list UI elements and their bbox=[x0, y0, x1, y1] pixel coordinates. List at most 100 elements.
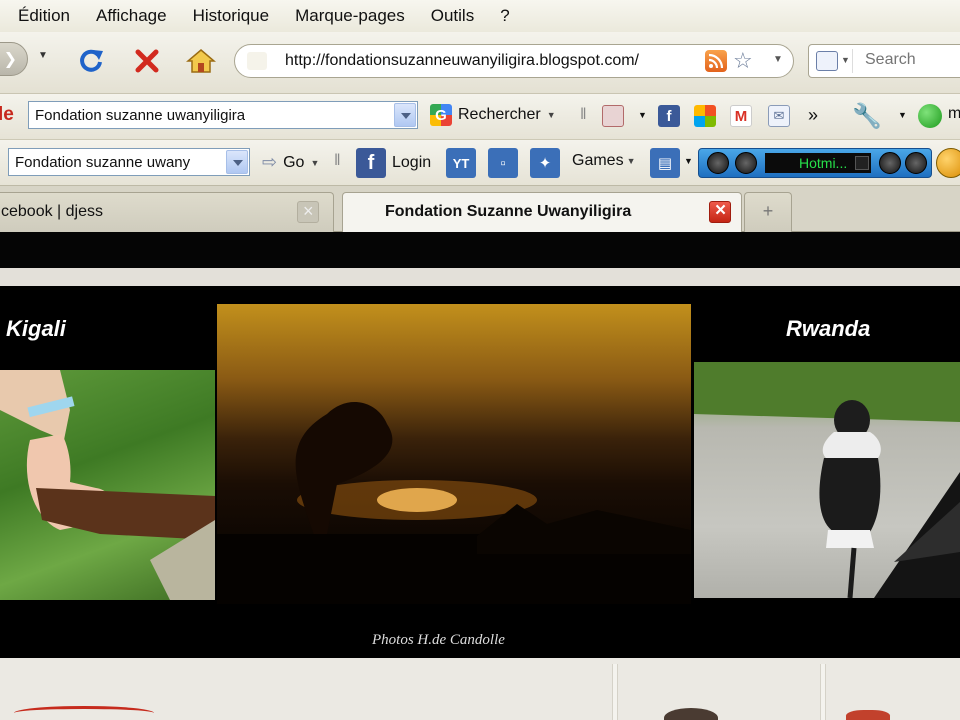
volume-icon[interactable] bbox=[879, 152, 901, 174]
post-title-fragment-icon bbox=[14, 706, 154, 720]
arrow-right-icon: ⇨ bbox=[262, 152, 278, 172]
chevron-down-icon[interactable]: ▼ bbox=[684, 156, 693, 166]
toolbar-separator-icon: ‖ bbox=[334, 152, 341, 169]
facebook-icon: f bbox=[356, 148, 386, 178]
chevron-down-icon: ▼ bbox=[841, 55, 850, 65]
sunset-image bbox=[217, 401, 691, 604]
column-divider bbox=[612, 664, 618, 720]
chevron-down-icon[interactable]: ▼ bbox=[547, 110, 556, 120]
close-icon[interactable] bbox=[297, 201, 319, 223]
reload-button[interactable] bbox=[76, 46, 106, 76]
menu-affichage[interactable]: Affichage bbox=[96, 6, 167, 26]
history-dropdown-icon[interactable]: ▼ bbox=[38, 50, 48, 61]
home-button[interactable] bbox=[186, 46, 216, 76]
player-dropdown-icon[interactable] bbox=[855, 156, 869, 170]
rechercher-label: Rechercher bbox=[458, 106, 541, 123]
chevron-down-icon[interactable]: ▼ bbox=[638, 110, 647, 120]
chevron-down-icon[interactable]: ▼ bbox=[310, 158, 319, 168]
plus-icon: + bbox=[762, 201, 774, 221]
monkey-image bbox=[694, 362, 960, 598]
forward-button[interactable]: ❯ bbox=[0, 42, 28, 76]
eject-icon[interactable] bbox=[707, 152, 729, 174]
tab-facebook[interactable]: cebook | djess bbox=[0, 192, 334, 232]
tab-strip: cebook | djess Fondation Suzanne Uwanyil… bbox=[0, 186, 960, 233]
games-label: Games bbox=[572, 152, 624, 169]
toolbar-separator-icon: ‖ bbox=[580, 106, 587, 123]
windows-icon[interactable] bbox=[694, 105, 716, 127]
highlight-icon[interactable] bbox=[602, 105, 624, 127]
radio-icon[interactable]: ▤ bbox=[650, 148, 680, 178]
site-favicon-icon bbox=[247, 52, 267, 70]
new-tab-button[interactable]: + bbox=[744, 192, 792, 232]
tab-title: Fondation Suzanne Uwanyiligira bbox=[385, 203, 632, 220]
google-search-value[interactable]: Fondation suzanne uwanyiligira bbox=[35, 107, 245, 124]
menu-marque-pages[interactable]: Marque-pages bbox=[295, 6, 405, 26]
go-button[interactable]: ⇨ Go ▼ bbox=[262, 152, 319, 173]
url-dropdown-icon[interactable]: ▼ bbox=[773, 54, 783, 65]
close-icon[interactable] bbox=[709, 200, 731, 223]
wrench-icon[interactable]: 🔧 bbox=[852, 102, 882, 131]
reload-icon bbox=[80, 49, 103, 72]
google-search-combo[interactable]: Fondation suzanne uwanyiligira bbox=[28, 101, 418, 129]
arrow-right-icon: ❯ bbox=[3, 51, 17, 68]
smiley-icon[interactable] bbox=[936, 148, 960, 178]
chevron-down-icon[interactable] bbox=[394, 103, 416, 127]
url-text[interactable]: http://fondationsuzanneuwanyiligira.blog… bbox=[285, 52, 639, 70]
media-player: Hotmi... bbox=[698, 148, 932, 178]
menu-edition[interactable]: Édition bbox=[18, 6, 70, 26]
search-engine-selector[interactable]: ▼ bbox=[813, 49, 853, 73]
header-label-kigali: Kigali bbox=[6, 316, 66, 341]
stop-button[interactable] bbox=[132, 46, 162, 76]
navigation-toolbar: ❯ ▼ http://fondationsuzanneuwanyiligira.… bbox=[0, 32, 960, 94]
search-box[interactable]: ▼ bbox=[808, 44, 960, 78]
divider bbox=[0, 268, 960, 286]
column-divider bbox=[820, 664, 826, 720]
photo-credit: Photos H.de Candolle bbox=[372, 632, 505, 648]
menu-bar: Édition Affichage Historique Marque-page… bbox=[0, 0, 960, 32]
stop-icon bbox=[135, 49, 159, 73]
facebook-login-button[interactable]: f Login bbox=[356, 148, 431, 178]
search-input[interactable] bbox=[865, 51, 960, 69]
youtube-icon[interactable]: YT bbox=[446, 148, 476, 178]
tab-fondation[interactable]: Fondation Suzanne Uwanyiligira bbox=[342, 192, 742, 233]
search-engine-icon bbox=[816, 51, 838, 71]
toolbar-search-combo[interactable]: Fondation suzanne uwany bbox=[8, 148, 250, 176]
sidebar-image-fragment bbox=[846, 710, 890, 720]
url-bar[interactable]: http://fondationsuzanneuwanyiligira.blog… bbox=[234, 44, 794, 78]
rechercher-button[interactable]: G Rechercher ▼ bbox=[430, 104, 556, 126]
blog-top-bar bbox=[0, 232, 960, 268]
google-icon: G bbox=[430, 104, 452, 126]
facebook-icon[interactable]: f bbox=[658, 105, 680, 127]
games-button[interactable]: Games ▼ bbox=[572, 152, 636, 170]
page-content: Kigali Rwanda Photos H.de Candolle bbox=[0, 232, 960, 720]
menu-help[interactable]: ? bbox=[500, 6, 509, 26]
chevron-down-icon[interactable]: ▼ bbox=[627, 156, 636, 166]
tab-title: cebook | djess bbox=[1, 203, 103, 220]
rss-feed-icon[interactable] bbox=[705, 50, 727, 72]
menu-historique[interactable]: Historique bbox=[193, 6, 270, 26]
header-label-rwanda: Rwanda bbox=[786, 316, 871, 341]
toolbar-trailing-text: m bbox=[948, 105, 960, 122]
go-label: Go bbox=[283, 153, 305, 171]
login-label: Login bbox=[392, 154, 432, 171]
calendar-icon[interactable]: ▫ bbox=[488, 148, 518, 178]
hands-image bbox=[0, 370, 215, 600]
toolbar-search-value[interactable]: Fondation suzanne uwany bbox=[15, 154, 215, 171]
chevron-down-icon[interactable]: ▼ bbox=[898, 110, 907, 120]
stop-media-icon[interactable] bbox=[905, 152, 927, 174]
chevron-down-icon[interactable] bbox=[226, 150, 248, 174]
home-icon bbox=[186, 49, 216, 73]
mail-icon[interactable]: ✉ bbox=[768, 105, 790, 127]
games-icon: ✦ bbox=[530, 148, 560, 178]
google-toolbar: le Fondation suzanne uwanyiligira G Rech… bbox=[0, 94, 960, 140]
play-icon[interactable] bbox=[735, 152, 757, 174]
toolbar-logo[interactable]: le bbox=[0, 104, 14, 126]
photo-sunset bbox=[217, 304, 691, 604]
menu-outils[interactable]: Outils bbox=[431, 6, 474, 26]
bookmark-star-icon[interactable]: ☆ bbox=[733, 48, 753, 74]
community-toolbar: Fondation suzanne uwany ⇨ Go ▼ ‖ f Login… bbox=[0, 140, 960, 186]
blog-header-banner: Kigali Rwanda Photos H.de Candolle bbox=[0, 286, 960, 658]
status-online-icon[interactable] bbox=[918, 104, 942, 128]
overflow-icon[interactable]: » bbox=[808, 105, 818, 126]
gmail-icon[interactable]: M bbox=[730, 105, 752, 127]
